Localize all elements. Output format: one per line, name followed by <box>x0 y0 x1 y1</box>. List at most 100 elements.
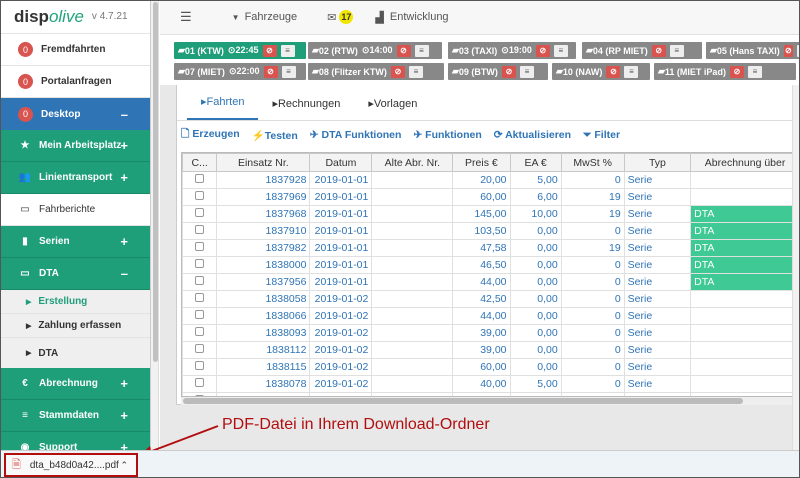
table-row[interactable]: 1837982 2019-01-01 47,58 0,00 19 Serie DTA <box>182 239 800 257</box>
column-header[interactable]: Preis € <box>452 153 511 172</box>
column-header[interactable]: Datum <box>309 153 373 172</box>
table-row[interactable]: 1838115 2019-01-02 60,00 0,00 0 Serie <box>182 358 800 376</box>
vehicle-block-icon[interactable]: ⊘ <box>390 65 405 78</box>
vehicle-chip[interactable]: ▰ 07 (MIET) ⊙22:00 ⊘ ≡ <box>174 63 306 80</box>
row-checkbox[interactable] <box>195 276 205 285</box>
vehicle-chip[interactable]: ▰ 10 (NAW) ⊘ ≡ <box>552 63 650 80</box>
chevron-up-icon[interactable]: ⌃ <box>120 460 128 471</box>
vehicle-block-icon[interactable]: ⊘ <box>535 44 550 57</box>
expand-icon[interactable]: + <box>120 170 128 185</box>
vehicle-block-icon[interactable]: ⊘ <box>262 44 277 57</box>
filter-button[interactable]: ⏷ Filter <box>583 129 620 142</box>
row-checkbox[interactable] <box>195 378 205 387</box>
expand-icon[interactable]: + <box>120 440 128 450</box>
tab-rechnungen[interactable]: ▸Rechnungen <box>258 97 354 120</box>
expand-icon[interactable]: + <box>120 138 128 153</box>
table-row[interactable]: 1837969 2019-01-01 60,00 6,00 19 Serie <box>182 188 800 206</box>
sidebar-item-dta[interactable]: ▭ DTA – <box>0 258 150 290</box>
expand-icon[interactable]: + <box>120 408 128 423</box>
vehicle-chip[interactable]: ▰ 09 (BTW) ⊘ ≡ <box>448 63 548 80</box>
table-row[interactable]: 1837968 2019-01-01 145,00 10,00 19 Serie DTA <box>182 205 800 223</box>
table-row[interactable]: 1838078 2019-01-02 40,00 5,00 0 Serie <box>182 375 800 393</box>
messages-button[interactable]: ✉ 17 <box>327 10 354 24</box>
tab-vorlagen[interactable]: ▸Vorlagen <box>354 97 431 120</box>
entwicklung-link[interactable]: ▟ Entwicklung <box>375 11 448 24</box>
vehicle-block-icon[interactable]: ⊘ <box>396 44 411 57</box>
column-header[interactable]: Typ <box>623 153 692 172</box>
vehicle-list-icon[interactable]: ≡ <box>408 65 423 78</box>
grid-horizontal-scrollbar[interactable] <box>181 397 800 405</box>
column-header[interactable]: Einsatz Nr. <box>216 153 311 172</box>
fahrzeuge-dropdown[interactable]: ▼ Fahrzeuge <box>232 11 298 23</box>
sidebar-item-abrechnung[interactable]: € Abrechnung + <box>0 368 150 400</box>
collapse-icon[interactable]: – <box>121 266 128 281</box>
column-header[interactable]: Alte Abr. Nr. <box>371 153 454 172</box>
sidebar-item-fahrberichte[interactable]: ▭ Fahrberichte <box>0 194 150 226</box>
funktionen-button[interactable]: ✈ Funktionen <box>413 129 481 141</box>
sidebar-subitem-erstellung[interactable]: ▶ Erstellung <box>0 290 150 314</box>
vehicle-chip[interactable]: ▰ 04 (RP MIET) ⊘ ≡ <box>582 42 702 59</box>
vehicle-chip[interactable]: ▰ 02 (RTW) ⊙14:00 ⊘ ≡ <box>308 42 442 59</box>
row-checkbox[interactable] <box>195 310 205 319</box>
vehicle-chip[interactable]: ▰ 08 (Flitzer KTW) ⊘ ≡ <box>308 63 444 80</box>
download-item[interactable]: 🗎 dta_b48d0a42....pdf ⌃ <box>4 453 138 477</box>
dta-funktionen-button[interactable]: ✈ DTA Funktionen <box>310 129 402 141</box>
table-row[interactable]: 1838000 2019-01-01 46,50 0,00 0 Serie DTA <box>182 256 800 274</box>
vehicle-chip[interactable]: ▰ 01 (KTW) ⊙22:45 ⊘ ≡ <box>174 42 306 59</box>
table-row[interactable]: 1838066 2019-01-02 44,00 0,00 0 Serie <box>182 307 800 325</box>
sidebar-item-fremdfahrten[interactable]: 0 Fremdfahrten <box>0 34 150 66</box>
vehicle-block-icon[interactable]: ⊘ <box>501 65 516 78</box>
sidebar-item-mein-arbeitsplatz[interactable]: ★ Mein Arbeitsplatz + <box>0 130 150 162</box>
vehicle-list-icon[interactable]: ≡ <box>414 44 429 57</box>
vehicle-chip[interactable]: ▰ 11 (MIET iPad) ⊘ ≡ <box>654 63 796 80</box>
vehicle-block-icon[interactable]: ⊘ <box>729 65 744 78</box>
erzeugen-button[interactable]: 🗋 Erzeugen <box>181 126 240 144</box>
testen-button[interactable]: ⚡Testen <box>252 129 298 142</box>
sidebar-item-stammdaten[interactable]: ≡ Stammdaten + <box>0 400 150 432</box>
vehicle-chip[interactable]: ▰ 03 (TAXI) ⊙19:00 ⊘ ≡ <box>448 42 576 59</box>
table-row[interactable]: 1837910 2019-01-01 103,50 0,00 0 Serie DTA <box>182 222 800 240</box>
row-checkbox[interactable] <box>195 242 205 251</box>
grid-scrollbar-thumb[interactable] <box>183 398 743 404</box>
vehicle-list-icon[interactable]: ≡ <box>519 65 534 78</box>
row-checkbox[interactable] <box>195 191 205 200</box>
table-row[interactable]: 1838058 2019-01-02 42,50 0,00 0 Serie <box>182 290 800 308</box>
menu-toggle-icon[interactable]: ☰ <box>180 9 192 25</box>
sidebar-item-linientransport[interactable]: 👥 Linientransport + <box>0 162 150 194</box>
sidebar-scrollbar-thumb[interactable] <box>153 2 158 362</box>
row-checkbox[interactable] <box>195 327 205 336</box>
row-checkbox[interactable] <box>195 225 205 234</box>
column-header[interactable]: C... <box>182 153 218 172</box>
row-checkbox[interactable] <box>195 361 205 370</box>
sidebar-item-desktop[interactable]: 0 Desktop – <box>0 98 150 130</box>
row-checkbox[interactable] <box>195 259 205 268</box>
column-header[interactable]: EA € <box>509 153 562 172</box>
column-header[interactable]: MwSt % <box>560 153 625 172</box>
vehicle-list-icon[interactable]: ≡ <box>624 65 639 78</box>
expand-icon[interactable]: + <box>120 376 128 391</box>
row-checkbox[interactable] <box>195 174 205 183</box>
aktualisieren-button[interactable]: ⟳ Aktualisieren <box>494 129 571 141</box>
vehicle-list-icon[interactable]: ≡ <box>747 65 762 78</box>
vehicle-list-icon[interactable]: ≡ <box>280 44 295 57</box>
table-row[interactable]: 1838112 2019-01-02 39,00 0,00 0 Serie <box>182 341 800 359</box>
content-vertical-scrollbar[interactable] <box>792 85 800 450</box>
vehicle-list-icon[interactable]: ≡ <box>553 44 568 57</box>
sidebar-item-support[interactable]: ◉ Support + <box>0 432 150 450</box>
vehicle-block-icon[interactable]: ⊘ <box>606 65 621 78</box>
row-checkbox[interactable] <box>195 293 205 302</box>
vehicle-list-icon[interactable]: ≡ <box>281 65 296 78</box>
row-checkbox[interactable] <box>195 208 205 217</box>
sidebar-item-serien[interactable]: ▮ Serien + <box>0 226 150 258</box>
table-row[interactable]: 1838093 2019-01-02 39,00 0,00 0 Serie <box>182 324 800 342</box>
collapse-icon[interactable]: – <box>121 107 128 122</box>
column-header[interactable]: Abrechnung über <box>690 153 800 172</box>
expand-icon[interactable]: + <box>120 234 128 249</box>
vehicle-chip[interactable]: ▰ 05 (Hans TAXI)⊘≡ <box>706 42 800 59</box>
vehicle-block-icon[interactable]: ⊘ <box>651 44 666 57</box>
table-row[interactable]: 1837928 2019-01-01 20,00 5,00 0 Serie <box>182 171 800 189</box>
sidebar-item-portalanfragen[interactable]: 0 Portalanfragen <box>0 66 150 98</box>
sidebar-subitem-dta[interactable]: ▶ DTA <box>0 338 150 368</box>
tab-fahrten[interactable]: ▸Fahrten <box>187 95 259 120</box>
vehicle-list-icon[interactable]: ≡ <box>669 44 684 57</box>
